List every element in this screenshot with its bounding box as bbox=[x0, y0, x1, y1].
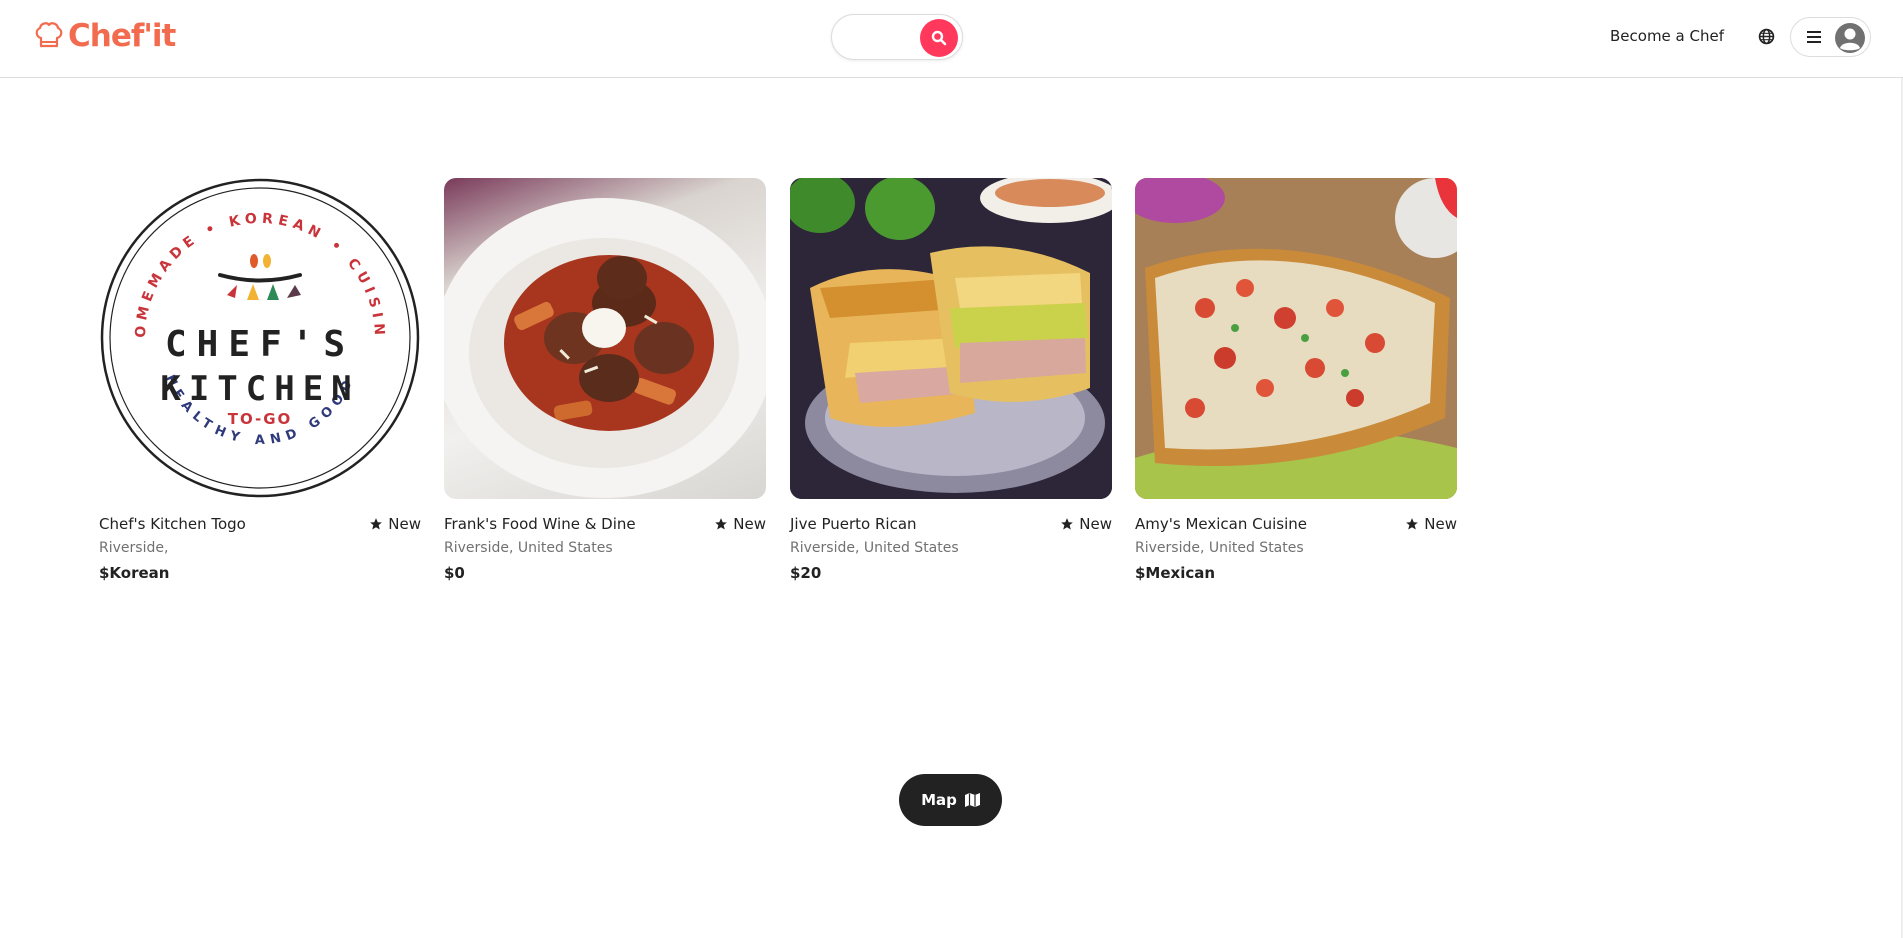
rating-badge: New bbox=[1060, 515, 1112, 533]
rating-label: New bbox=[388, 515, 421, 533]
listing-location: Riverside, United States bbox=[444, 540, 613, 556]
brand-logo[interactable]: Chef'it bbox=[33, 18, 176, 54]
listing-location: Riverside, bbox=[99, 540, 169, 556]
listing-card[interactable]: Jive Puerto Rican New Riverside, United … bbox=[790, 178, 1112, 582]
listing-price: $0 bbox=[444, 564, 465, 582]
listing-image[interactable] bbox=[790, 178, 1112, 499]
listing-card[interactable]: Amy's Mexican Cuisine New Riverside, Uni… bbox=[1135, 178, 1457, 582]
listing-title[interactable]: Chef's Kitchen Togo bbox=[99, 515, 246, 533]
become-a-chef-link[interactable]: Become a Chef bbox=[1610, 27, 1724, 45]
rating-badge: New bbox=[369, 515, 421, 533]
chef-hat-icon bbox=[35, 22, 63, 48]
listing-title[interactable]: Amy's Mexican Cuisine bbox=[1135, 515, 1307, 533]
rating-label: New bbox=[1079, 515, 1112, 533]
brand-name: Chef'it bbox=[68, 18, 176, 54]
listing-image[interactable]: HOMEMADE • KOREAN • CUISINE HEALTHY AND … bbox=[99, 178, 421, 499]
star-icon bbox=[715, 518, 728, 530]
listing-card[interactable]: HOMEMADE • KOREAN • CUISINE HEALTHY AND … bbox=[99, 178, 421, 582]
rating-badge: New bbox=[714, 515, 766, 533]
listing-image[interactable] bbox=[444, 178, 766, 499]
show-map-button[interactable]: Map bbox=[899, 774, 1002, 826]
globe-icon[interactable] bbox=[1758, 28, 1775, 45]
listing-card[interactable]: Frank's Food Wine & Dine New Riverside, … bbox=[444, 178, 766, 582]
user-avatar-icon bbox=[1835, 23, 1865, 53]
food-photo-pasta bbox=[444, 198, 766, 498]
top-navigation-bar: Chef'it Become a Chef bbox=[0, 0, 1903, 78]
listing-location: Riverside, United States bbox=[790, 540, 959, 556]
listing-title[interactable]: Frank's Food Wine & Dine bbox=[444, 515, 636, 533]
search-button[interactable] bbox=[920, 19, 958, 57]
listing-price: $20 bbox=[790, 564, 822, 582]
listing-title[interactable]: Jive Puerto Rican bbox=[790, 515, 917, 533]
star-icon bbox=[1406, 518, 1419, 530]
star-icon bbox=[370, 518, 383, 530]
listing-price: $Korean bbox=[99, 564, 170, 582]
rating-label: New bbox=[733, 515, 766, 533]
search-icon bbox=[931, 30, 947, 46]
map-icon bbox=[964, 793, 980, 807]
listing-location: Riverside, United States bbox=[1135, 540, 1304, 556]
user-menu-button[interactable] bbox=[1790, 17, 1871, 57]
listing-image[interactable] bbox=[1135, 178, 1457, 499]
rating-label: New bbox=[1424, 515, 1457, 533]
rating-badge: New bbox=[1405, 515, 1457, 533]
logo-tag: TO-GO bbox=[228, 410, 293, 428]
hamburger-menu-icon bbox=[1807, 31, 1821, 43]
search-bar[interactable] bbox=[831, 14, 963, 60]
listing-price: $Mexican bbox=[1135, 564, 1216, 582]
logo-line1: CHEF'S bbox=[165, 324, 355, 365]
food-photo-sandwich bbox=[790, 178, 1112, 499]
map-button-label: Map bbox=[921, 791, 957, 809]
chefs-kitchen-logo: HOMEMADE • KOREAN • CUISINE HEALTHY AND … bbox=[99, 178, 420, 498]
logo-line2: KITCHEN bbox=[160, 369, 359, 409]
food-photo-mexican bbox=[1135, 178, 1457, 499]
star-icon bbox=[1061, 518, 1074, 530]
